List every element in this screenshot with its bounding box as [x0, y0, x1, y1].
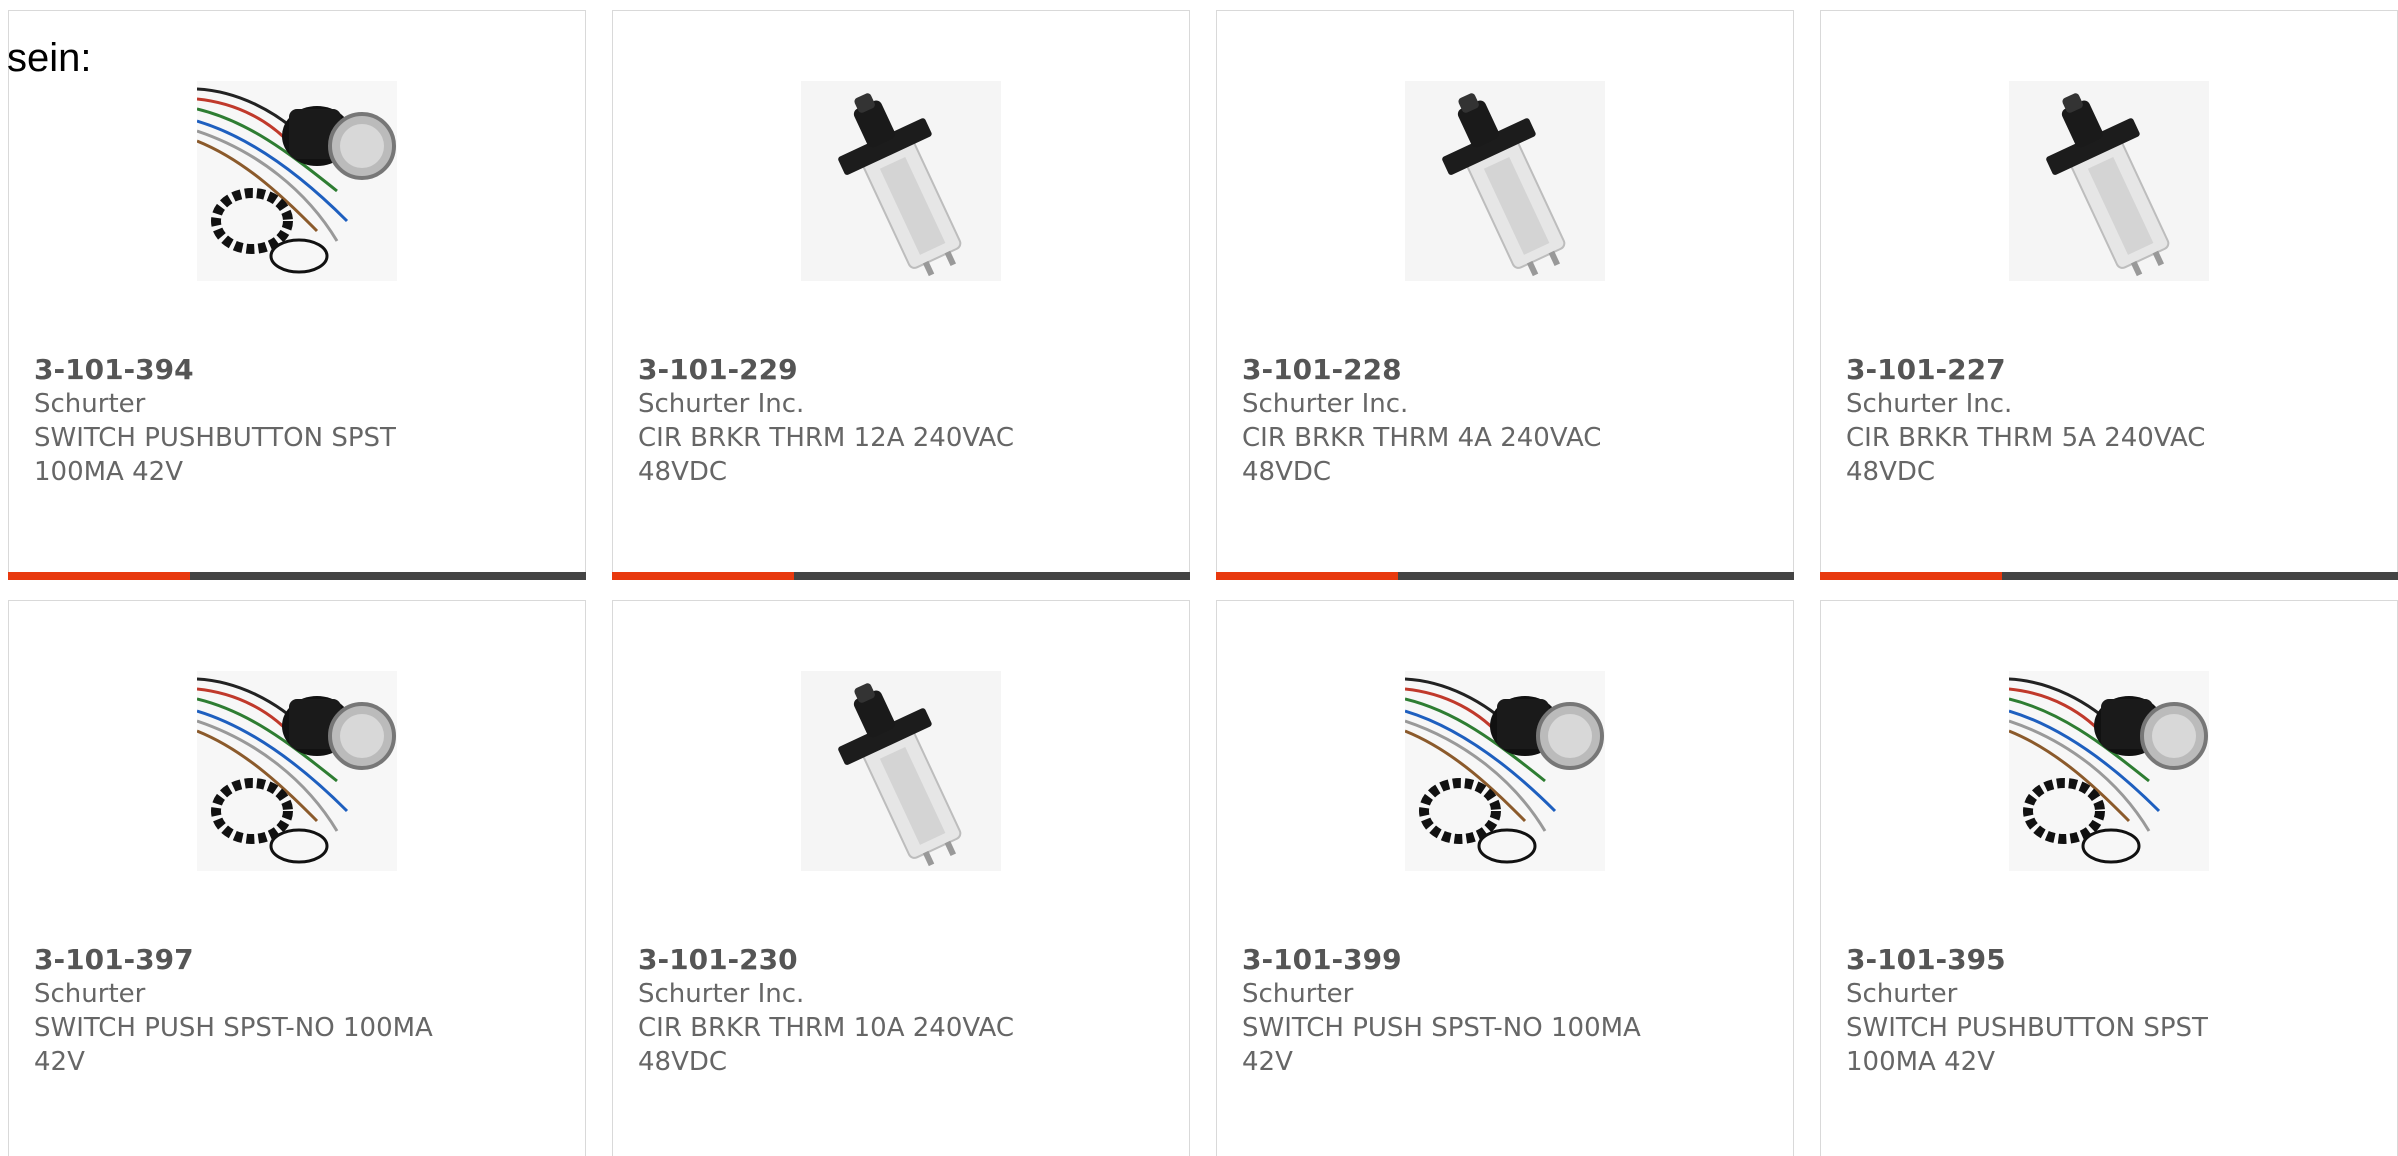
manufacturer: Schurter Inc. — [1242, 389, 1409, 419]
part-number-link[interactable]: 3-101-228 — [1242, 353, 1762, 387]
product-description: CIR BRKR THRM 5A 240VAC 48VDC — [1846, 423, 2206, 487]
pushbutton-switch-icon[interactable] — [197, 81, 397, 281]
product-card[interactable]: 3-101-229 Schurter Inc. CIR BRKR THRM 12… — [612, 10, 1190, 580]
card-accent — [1216, 572, 1398, 580]
circuit-breaker-icon[interactable] — [2009, 81, 2209, 281]
product-info: 3-101-394 Schurter SWITCH PUSHBUTTON SPS… — [34, 353, 554, 489]
card-accent — [612, 572, 794, 580]
circuit-breaker-icon[interactable] — [801, 671, 1001, 871]
product-info: 3-101-227 Schurter Inc. CIR BRKR THRM 5A… — [1846, 353, 2366, 489]
product-description: CIR BRKR THRM 12A 240VAC 48VDC — [638, 423, 1014, 487]
manufacturer: Schurter — [34, 979, 146, 1009]
card-bottom-bar — [612, 572, 1190, 580]
product-description: SWITCH PUSH SPST-NO 100MA 42V — [34, 1013, 433, 1077]
section-heading: sein: — [7, 36, 92, 80]
product-card[interactable]: 3-101-227 Schurter Inc. CIR BRKR THRM 5A… — [1820, 10, 2398, 580]
pushbutton-switch-icon[interactable] — [2009, 671, 2209, 871]
product-card[interactable]: 3-101-230 Schurter Inc. CIR BRKR THRM 10… — [612, 600, 1190, 1156]
manufacturer: Schurter — [1242, 979, 1354, 1009]
manufacturer: Schurter Inc. — [638, 979, 805, 1009]
part-number-link[interactable]: 3-101-394 — [34, 353, 554, 387]
part-number-link[interactable]: 3-101-399 — [1242, 943, 1762, 977]
product-grid-page: sein: 3-101-394 Schurter SWITCH PUSHBUTT… — [0, 0, 2398, 1156]
manufacturer: Schurter — [34, 389, 146, 419]
pushbutton-switch-icon[interactable] — [1405, 671, 1605, 871]
part-number-link[interactable]: 3-101-395 — [1846, 943, 2366, 977]
product-info: 3-101-395 Schurter SWITCH PUSHBUTTON SPS… — [1846, 943, 2366, 1079]
card-accent — [1820, 572, 2002, 580]
part-number-link[interactable]: 3-101-397 — [34, 943, 554, 977]
part-number-link[interactable]: 3-101-229 — [638, 353, 1158, 387]
product-description: SWITCH PUSH SPST-NO 100MA 42V — [1242, 1013, 1641, 1077]
product-info: 3-101-230 Schurter Inc. CIR BRKR THRM 10… — [638, 943, 1158, 1079]
product-card[interactable]: 3-101-394 Schurter SWITCH PUSHBUTTON SPS… — [8, 10, 586, 580]
circuit-breaker-icon[interactable] — [1405, 81, 1605, 281]
manufacturer: Schurter Inc. — [638, 389, 805, 419]
card-accent — [8, 572, 190, 580]
circuit-breaker-icon[interactable] — [801, 81, 1001, 281]
product-card[interactable]: 3-101-399 Schurter SWITCH PUSH SPST-NO 1… — [1216, 600, 1794, 1156]
product-description: SWITCH PUSHBUTTON SPST 100MA 42V — [1846, 1013, 2208, 1077]
product-info: 3-101-229 Schurter Inc. CIR BRKR THRM 12… — [638, 353, 1158, 489]
card-bottom-bar — [8, 572, 586, 580]
part-number-link[interactable]: 3-101-230 — [638, 943, 1158, 977]
card-bottom-bar — [1820, 572, 2398, 580]
manufacturer: Schurter Inc. — [1846, 389, 2013, 419]
product-card[interactable]: 3-101-395 Schurter SWITCH PUSHBUTTON SPS… — [1820, 600, 2398, 1156]
product-card[interactable]: 3-101-228 Schurter Inc. CIR BRKR THRM 4A… — [1216, 10, 1794, 580]
product-info: 3-101-399 Schurter SWITCH PUSH SPST-NO 1… — [1242, 943, 1762, 1079]
pushbutton-switch-icon[interactable] — [197, 671, 397, 871]
product-description: CIR BRKR THRM 4A 240VAC 48VDC — [1242, 423, 1602, 487]
product-info: 3-101-228 Schurter Inc. CIR BRKR THRM 4A… — [1242, 353, 1762, 489]
card-bottom-bar — [1216, 572, 1794, 580]
product-info: 3-101-397 Schurter SWITCH PUSH SPST-NO 1… — [34, 943, 554, 1079]
product-card[interactable]: 3-101-397 Schurter SWITCH PUSH SPST-NO 1… — [8, 600, 586, 1156]
part-number-link[interactable]: 3-101-227 — [1846, 353, 2366, 387]
product-description: CIR BRKR THRM 10A 240VAC 48VDC — [638, 1013, 1014, 1077]
manufacturer: Schurter — [1846, 979, 1958, 1009]
product-description: SWITCH PUSHBUTTON SPST 100MA 42V — [34, 423, 396, 487]
